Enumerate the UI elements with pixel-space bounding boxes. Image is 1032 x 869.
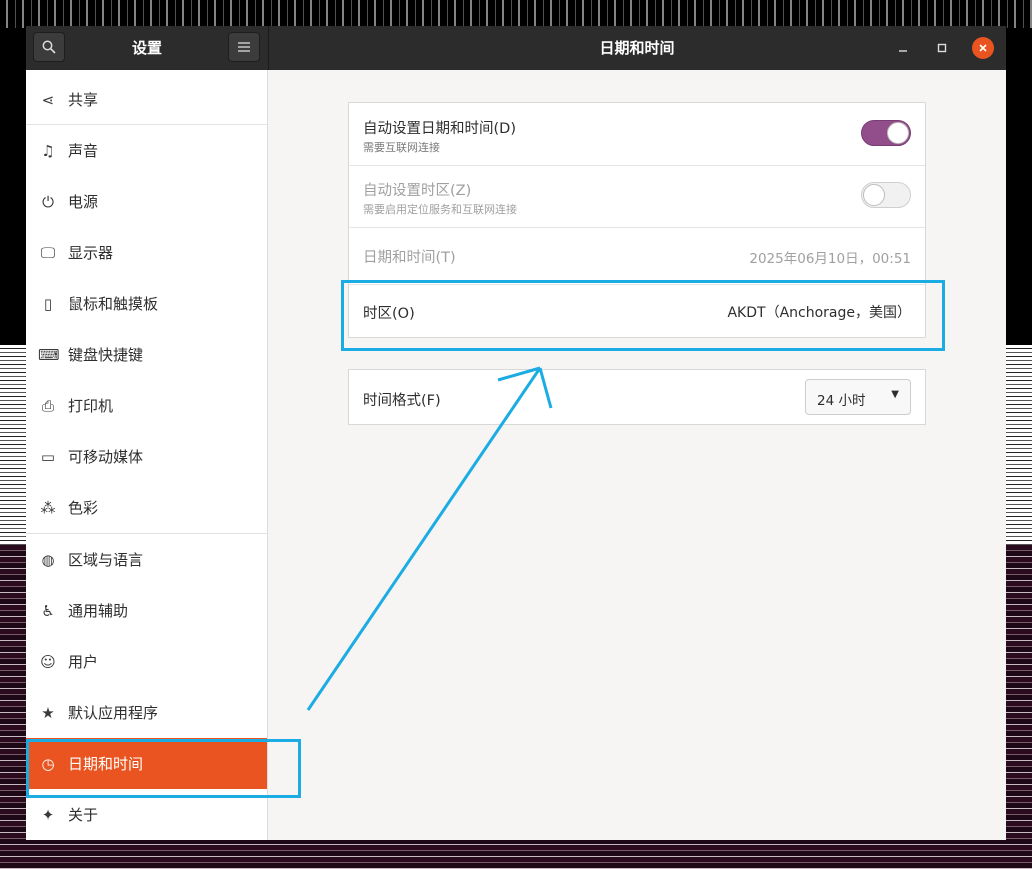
annotation-arrow bbox=[306, 366, 553, 711]
